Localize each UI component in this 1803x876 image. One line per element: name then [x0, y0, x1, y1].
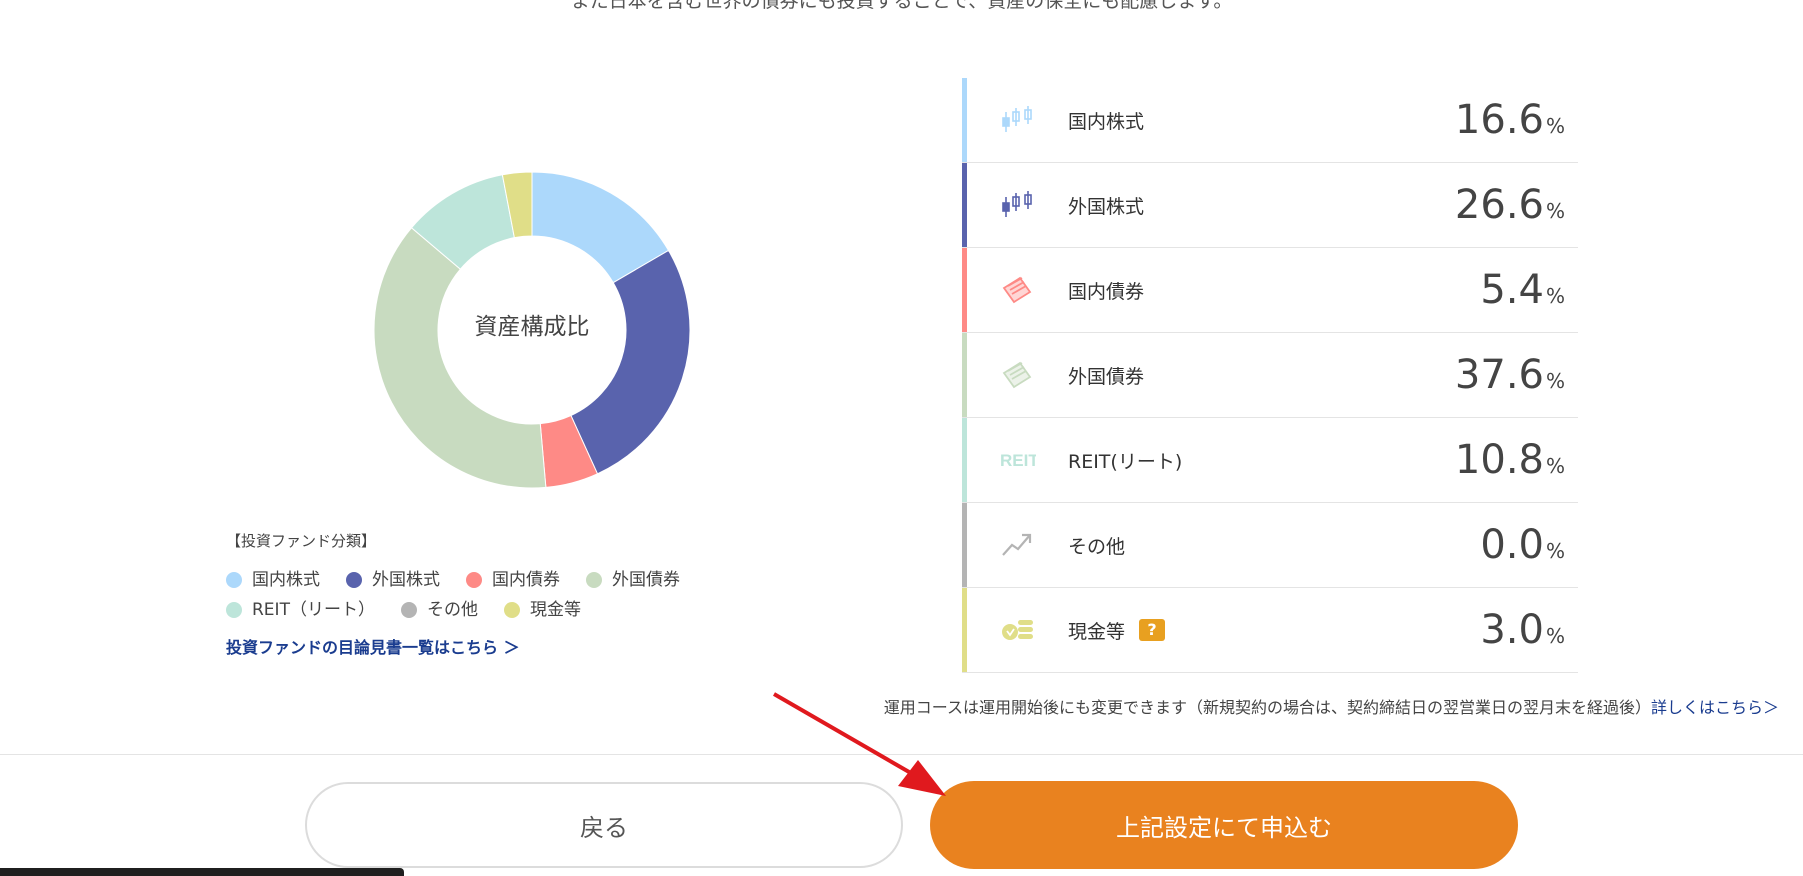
allocation-value: 26.6% [1454, 182, 1565, 228]
allocation-value: 10.8% [1454, 437, 1565, 483]
allocation-row: 国内株式 16.6% [962, 78, 1578, 163]
legend-dot [346, 572, 362, 588]
allocation-row: その他 0.0% [962, 503, 1578, 588]
allocation-color-bar [962, 163, 967, 247]
help-icon[interactable]: ? [1139, 619, 1166, 641]
details-link[interactable]: 詳しくはこちら＞ [1651, 698, 1779, 717]
allocation-color-bar [962, 588, 967, 672]
allocation-label: 国内債券 [1068, 280, 1145, 303]
legend-label: その他 [426, 599, 478, 620]
allocation-color-bar [962, 503, 967, 587]
red-arrow-annotation [772, 692, 946, 796]
allocation-row: 外国債券 37.6% [962, 333, 1578, 418]
allocation-row: 現金等? 3.0% [962, 588, 1578, 673]
intro-text: また日本を含む世界の債券にも投資することで、資産の保全にも配慮します。 [570, 0, 1233, 12]
legend-label: 国内債券 [492, 569, 560, 590]
legend-item: その他 [400, 595, 478, 620]
legend-item: REIT（リート） [226, 595, 375, 620]
candlestick-icon [1002, 106, 1032, 132]
allocation-color-bar [962, 78, 967, 162]
allocation-value: 3.0% [1480, 607, 1565, 653]
allocation-color-bar [962, 248, 967, 332]
allocation-value: 37.6% [1454, 352, 1565, 398]
allocation-value: 0.0% [1480, 522, 1565, 568]
fund-prospectus-link[interactable]: 投資ファンドの目論見書一覧はこちら ＞ [226, 634, 520, 658]
allocation-row: 国内債券 5.4% [962, 248, 1578, 333]
bond-paper-icon [1002, 361, 1032, 389]
allocation-value: 16.6% [1454, 97, 1565, 143]
legend-label: 外国株式 [372, 569, 440, 590]
coins-icon [1002, 620, 1033, 640]
allocation-label: REIT(リート) [1068, 450, 1183, 473]
legend-dot [226, 572, 242, 588]
allocation-table: 国内株式 16.6% 外国株式 26.6% 国内債券 5.4% 外国債券 37.… [962, 78, 1578, 673]
allocation-row: REIT REIT(リート) 10.8% [962, 418, 1578, 503]
course-change-note: 運用コースは運用開始後にも変更できます（新規契約の場合は、契約締結日の翌営業日の… [883, 698, 1779, 717]
legend-label: 現金等 [529, 599, 581, 620]
trend-up-icon [1002, 533, 1032, 556]
legend-item: 外国株式 [346, 565, 440, 590]
reit-icon: REIT [1000, 451, 1036, 470]
allocation-label: 現金等? [1068, 617, 1166, 644]
legend-dot [503, 602, 520, 618]
svg-text:REIT: REIT [1000, 451, 1036, 470]
allocation-label: その他 [1068, 535, 1126, 558]
legend-item: 国内株式 [226, 565, 320, 590]
legend-item: 国内債券 [466, 565, 560, 590]
apply-button[interactable]: 上記設定にて申込む [930, 781, 1518, 869]
legend-item: 現金等 [503, 595, 581, 620]
bottom-toolbar-edge [0, 868, 404, 876]
candlestick-icon [1002, 191, 1032, 217]
donut-center-label: 資産構成比 [474, 314, 590, 340]
legend-dot [466, 572, 482, 588]
legend-dot [226, 602, 242, 618]
legend-title: 【投資ファンド分類】 [226, 532, 377, 550]
legend-item: 外国債券 [586, 565, 680, 590]
bond-paper-icon [1002, 276, 1032, 304]
legend-dot [400, 602, 417, 618]
allocation-color-bar [962, 333, 967, 417]
allocation-row: 外国株式 26.6% [962, 163, 1578, 248]
legend-label: 国内株式 [252, 569, 320, 590]
donut-slice-1 [570, 249, 690, 475]
allocation-label: 外国株式 [1068, 195, 1145, 218]
legend-label: 外国債券 [612, 569, 680, 590]
legend-label: REIT（リート） [252, 599, 375, 620]
allocation-color-bar [962, 418, 967, 502]
chart-legend: 国内株式 外国株式 国内債券 外国債券 REIT（リート） その他 現金等 [226, 562, 746, 622]
allocation-label: 国内株式 [1068, 110, 1145, 133]
legend-dot [586, 572, 602, 588]
allocation-value: 5.4% [1480, 267, 1565, 313]
allocation-label: 外国債券 [1068, 365, 1145, 388]
